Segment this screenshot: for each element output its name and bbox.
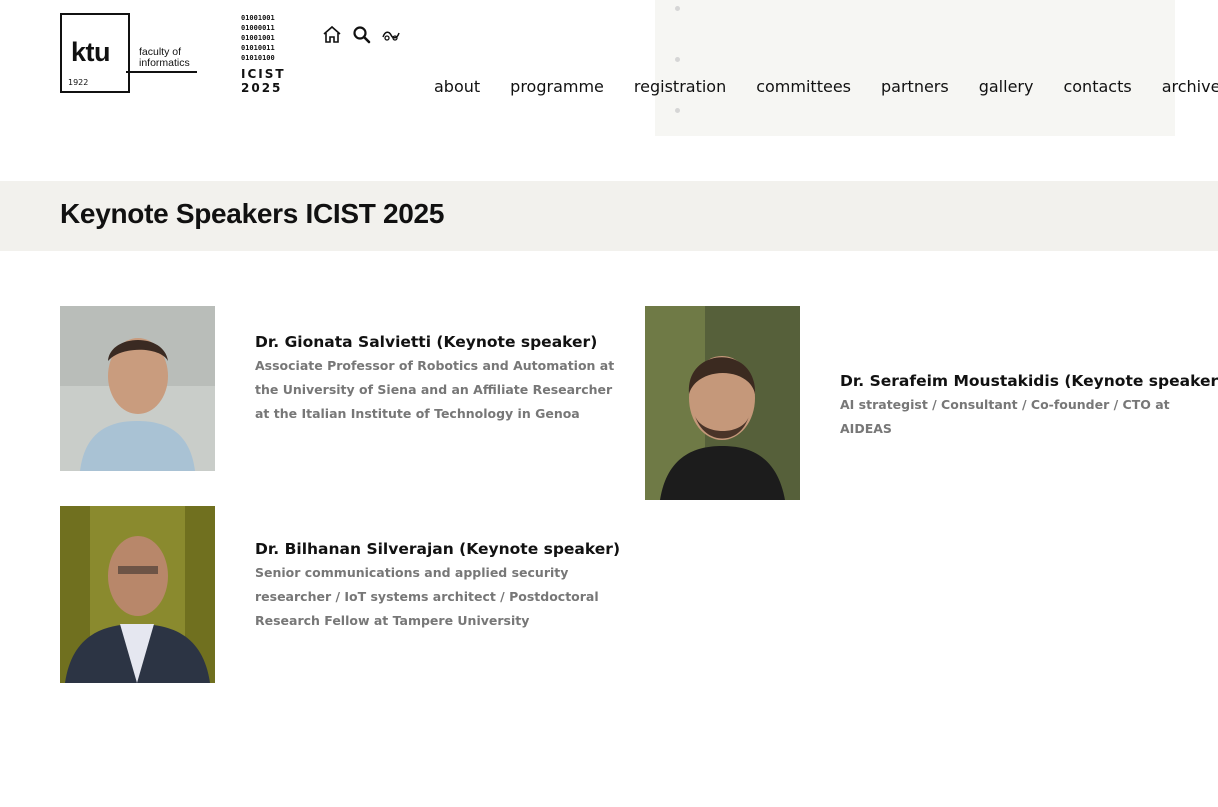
binary-row: 01001001 bbox=[241, 14, 275, 22]
speaker-photo bbox=[645, 306, 800, 500]
faculty-line-2: informatics bbox=[139, 57, 190, 69]
nav-item-gallery[interactable]: gallery bbox=[979, 76, 1034, 98]
main-navigation: about programme registration committees … bbox=[434, 76, 1218, 98]
binary-row: 01010100 bbox=[241, 54, 275, 62]
conference-logo-text: ICIST 2025 bbox=[241, 67, 286, 95]
ktu-logo-box: ktu 1922 bbox=[60, 13, 130, 93]
nav-item-registration[interactable]: registration bbox=[634, 76, 726, 98]
speaker-description: Associate Professor of Robotics and Auto… bbox=[255, 358, 615, 421]
ktu-logo-text: ktu bbox=[71, 37, 111, 67]
speaker-name: Dr. Serafeim Moustakidis (Keynote speake… bbox=[840, 372, 1218, 390]
nav-item-partners[interactable]: partners bbox=[881, 76, 949, 98]
search-icon[interactable] bbox=[352, 25, 372, 45]
page-title-band: Keynote Speakers ICIST 2025 bbox=[0, 181, 1218, 251]
speaker-photo bbox=[60, 306, 215, 471]
home-icon[interactable] bbox=[322, 25, 342, 45]
nav-item-archive[interactable]: archive▾ bbox=[1162, 76, 1218, 98]
ktu-logo-year: 1922 bbox=[68, 78, 89, 87]
speaker-name: Dr. Bilhanan Silverajan (Keynote speaker… bbox=[255, 540, 621, 558]
nav-item-committees[interactable]: committees bbox=[756, 76, 851, 98]
binary-row: 01001001 bbox=[241, 34, 275, 42]
binary-row: 01010011 bbox=[241, 44, 275, 52]
speaker-photo bbox=[60, 506, 215, 683]
page-title: Keynote Speakers ICIST 2025 bbox=[60, 198, 445, 229]
nav-item-archive-label: archive bbox=[1161, 77, 1218, 96]
accessibility-icon[interactable] bbox=[381, 25, 401, 45]
faculty-name: faculty of informatics bbox=[139, 47, 190, 69]
binary-code: 01001001 01000011 01001001 01010011 0101… bbox=[241, 13, 275, 63]
speaker-description: AI strategist / Consultant / Co-founder … bbox=[840, 397, 1170, 436]
site-logo[interactable]: ktu 1922 faculty of informatics 01001001… bbox=[60, 13, 286, 95]
binary-row: 01000011 bbox=[241, 24, 275, 32]
speaker-description: Senior communications and applied securi… bbox=[255, 565, 599, 628]
nav-item-programme[interactable]: programme bbox=[510, 76, 604, 98]
conference-name: ICIST bbox=[241, 67, 286, 81]
nav-item-contacts[interactable]: contacts bbox=[1063, 76, 1131, 98]
conference-year: 2025 bbox=[241, 81, 283, 95]
background-dropdown-menu bbox=[655, 0, 1175, 136]
nav-item-about[interactable]: about bbox=[434, 76, 480, 98]
speaker-name: Dr. Gionata Salvietti (Keynote speaker) bbox=[255, 333, 598, 351]
logo-divider bbox=[126, 71, 197, 73]
